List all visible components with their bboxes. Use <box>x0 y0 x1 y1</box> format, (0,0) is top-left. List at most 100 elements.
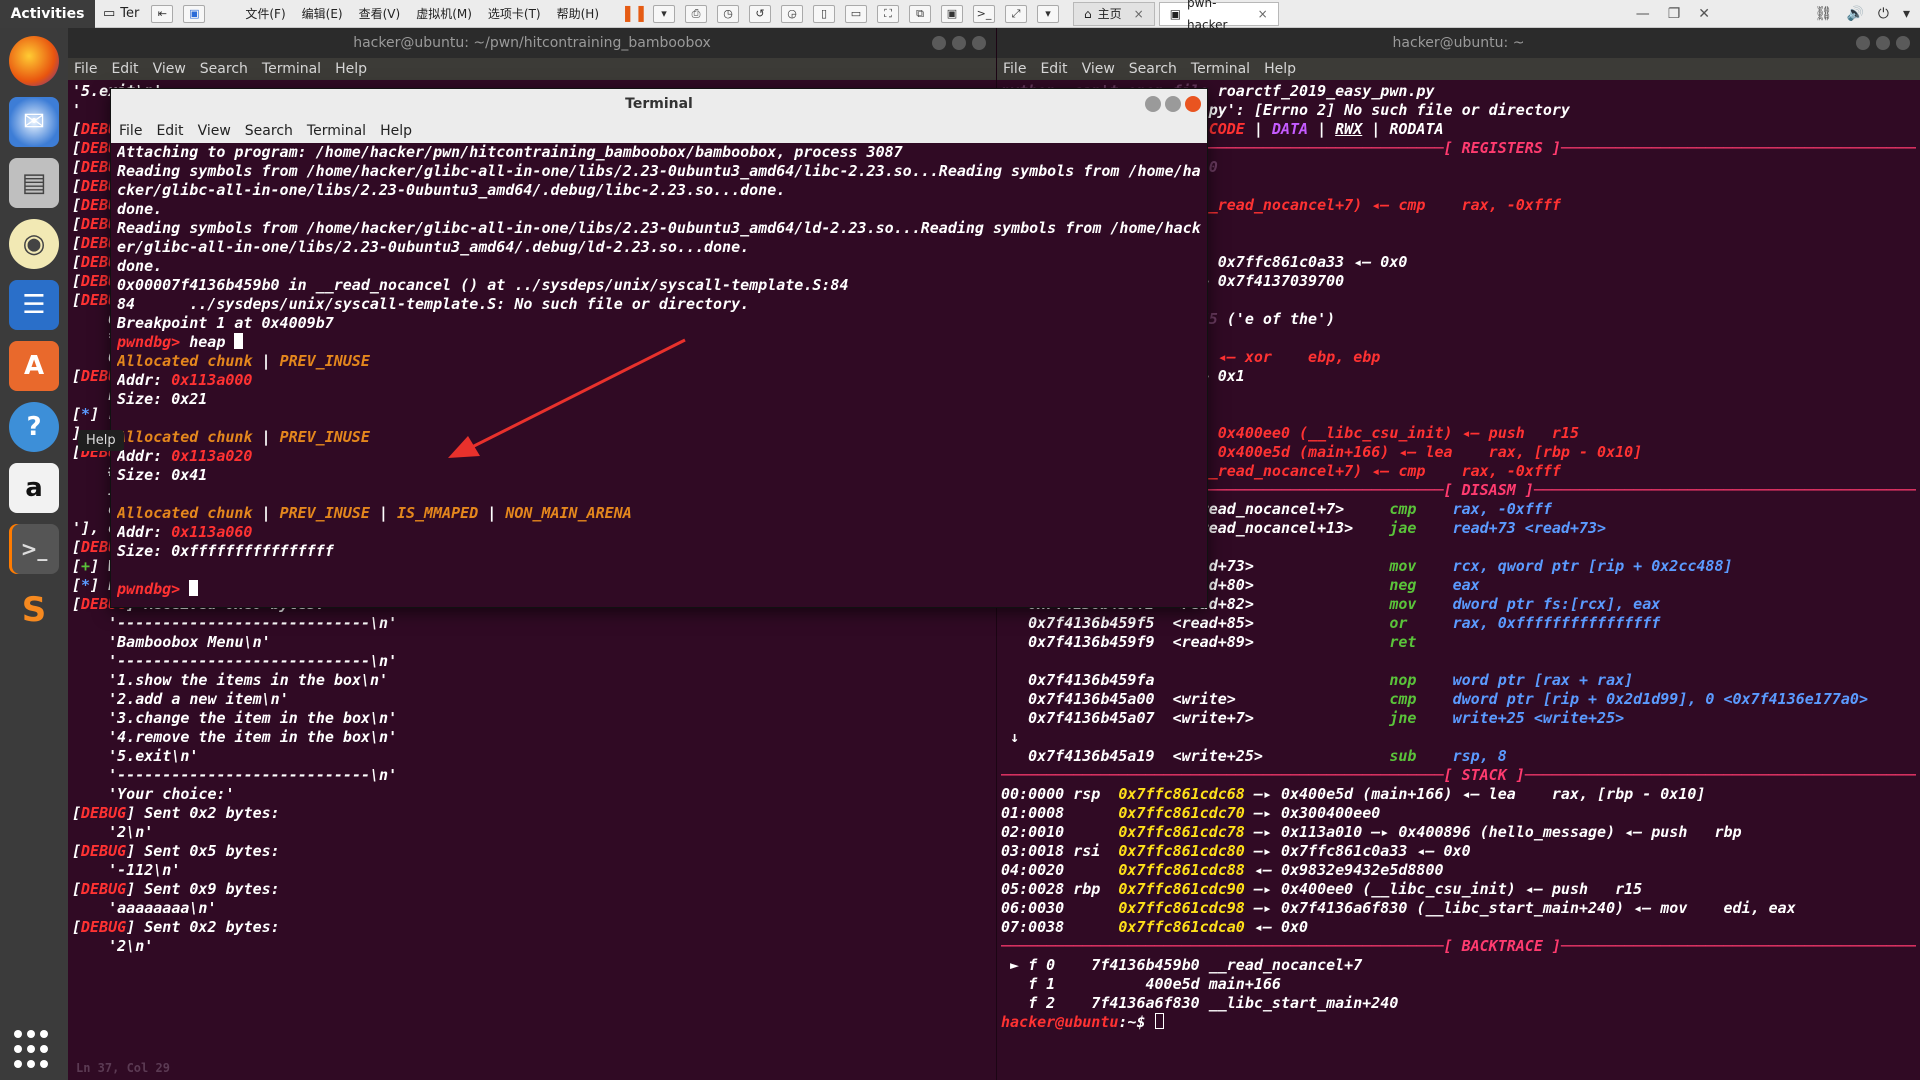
menu-view[interactable]: View <box>153 58 186 80</box>
amazon-icon[interactable]: a <box>9 463 59 513</box>
menu-search[interactable]: Search <box>200 58 248 80</box>
menu-terminal[interactable]: Terminal <box>307 119 366 143</box>
snapshot-icon[interactable]: ◷ <box>717 4 739 23</box>
maximize-icon[interactable] <box>1876 36 1890 50</box>
close-icon[interactable]: ✕ <box>1698 6 1710 22</box>
chunk-size-value: 0xffffffffffffffff <box>171 542 334 560</box>
menu-edit[interactable]: Edit <box>111 58 138 80</box>
terminal-icon[interactable]: >_ <box>9 524 59 574</box>
menu-search[interactable]: Search <box>1129 58 1177 80</box>
bt-marker <box>1001 975 1028 993</box>
vm-menu-tabs[interactable]: 选项卡(T) <box>488 5 541 22</box>
sidebar-icon[interactable]: ▯ <box>813 4 835 23</box>
stack-row: 03:0018 rsi 0x7ffc861cdc80 —▸ 0x7ffc861c… <box>1001 842 1916 861</box>
stretch-icon[interactable]: ⤢ <box>1005 4 1027 23</box>
left-terminal-title: hacker@ubuntu: ~/pwn/hitcontraining_bamb… <box>353 35 711 51</box>
disasm-marker <box>1001 671 1028 689</box>
terminal-line: cker/glibc-all-in-one/libs/2.23-0ubuntu3… <box>117 181 1201 200</box>
close-icon[interactable] <box>1185 96 1201 112</box>
maximize-icon[interactable]: ❐ <box>1668 6 1681 22</box>
firefox-icon[interactable] <box>9 36 59 86</box>
stack-deref: —▸ 0x7ffc861c0a33 ◂— 0x0 <box>1253 842 1471 860</box>
tab-pwn-hacker[interactable]: ▣ pwn-hacker × <box>1158 0 1279 32</box>
activities-button[interactable]: Activities <box>0 0 95 28</box>
chevron-down-icon[interactable]: ▾ <box>1903 6 1910 22</box>
bracket: [ <box>72 804 82 822</box>
close-icon[interactable]: × <box>1258 3 1268 25</box>
vm-menu-file[interactable]: 文件(F) <box>245 5 285 22</box>
snapshot-manager-icon[interactable]: ◶ <box>781 4 803 23</box>
menu-help[interactable]: Help <box>380 119 412 143</box>
gdb-terminal-window[interactable]: Terminal File Edit View Search Terminal … <box>110 88 1208 608</box>
volume-icon[interactable]: 🔊 <box>1846 6 1863 22</box>
prompt-path: :~$ <box>1118 1013 1155 1031</box>
close-icon[interactable]: × <box>1134 3 1144 25</box>
vm-menu-vm[interactable]: 虚拟机(M) <box>416 5 472 22</box>
fullscreen-icon[interactable]: ⛶ <box>877 4 899 23</box>
software-icon[interactable]: A <box>9 341 59 391</box>
network-icon[interactable]: ⛓ <box>1815 6 1833 22</box>
maximize-icon[interactable] <box>952 36 966 50</box>
menu-file[interactable]: File <box>1003 58 1026 80</box>
vm-menu-view[interactable]: 查看(V) <box>359 5 401 22</box>
menu-help[interactable]: Help <box>1264 58 1296 80</box>
rhythmbox-icon[interactable]: ◉ <box>9 219 59 269</box>
minimize-icon[interactable]: — <box>1636 6 1650 22</box>
dropdown2-icon[interactable]: ▾ <box>1037 4 1059 23</box>
menu-file[interactable]: File <box>74 58 97 80</box>
thumbnail-icon[interactable]: ▭ <box>845 4 867 23</box>
log-level: DEBUG <box>81 842 127 860</box>
log-level: DEBUG <box>81 918 127 936</box>
bracket: [ <box>72 120 82 138</box>
vm-window-icon[interactable]: ▣ <box>183 4 206 23</box>
writer-icon[interactable]: ☰ <box>9 280 59 330</box>
menu-help[interactable]: Help <box>335 58 367 80</box>
close-icon[interactable] <box>1896 36 1910 50</box>
close-icon[interactable] <box>972 36 986 50</box>
menu-terminal[interactable]: Terminal <box>1191 58 1250 80</box>
right-terminal-titlebar[interactable]: hacker@ubuntu: ~ <box>997 28 1920 58</box>
stack-deref: ◂— 0x0 <box>1253 918 1309 936</box>
dropdown-icon[interactable]: ▾ <box>653 4 675 23</box>
menu-edit[interactable]: Edit <box>156 119 183 143</box>
app-menu-label: Ter <box>120 6 140 21</box>
gdb-terminal-output[interactable]: Attaching to program: /home/hacker/pwn/h… <box>111 143 1207 599</box>
left-terminal-titlebar[interactable]: hacker@ubuntu: ~/pwn/hitcontraining_bamb… <box>68 28 996 58</box>
pause-icon[interactable]: ❚❚ <box>621 4 648 23</box>
rule: ────────────────────────────────────────… <box>1001 937 1444 955</box>
chunk-size: Size: 0x21 <box>117 390 1201 409</box>
vm-back-icon[interactable]: ⇤ <box>151 4 174 23</box>
maximize-icon[interactable] <box>1165 96 1181 112</box>
vm-menu-help[interactable]: 帮助(H) <box>557 5 599 22</box>
menu-search[interactable]: Search <box>245 119 293 143</box>
console-icon[interactable]: >_ <box>973 4 995 23</box>
show-apps-icon[interactable] <box>14 1030 54 1070</box>
minimize-icon[interactable] <box>932 36 946 50</box>
send-keys-icon[interactable]: ⎙ <box>685 4 707 23</box>
menu-edit[interactable]: Edit <box>1040 58 1067 80</box>
terminal-line: '----------------------------\n' <box>72 766 992 785</box>
log-text: '4.remove the item in the box\n' <box>72 728 398 746</box>
gdb-terminal-titlebar[interactable]: Terminal <box>111 89 1207 119</box>
disasm-op <box>1389 652 1452 670</box>
menu-view[interactable]: View <box>1082 58 1115 80</box>
thunderbird-icon[interactable]: ✉ <box>9 97 59 147</box>
menu-file[interactable]: File <box>119 119 142 143</box>
vm-menu-edit[interactable]: 编辑(E) <box>302 5 343 22</box>
app-menu[interactable]: ▭ Ter <box>95 6 147 21</box>
minimize-icon[interactable] <box>1856 36 1870 50</box>
revert-snapshot-icon[interactable]: ↺ <box>749 4 771 23</box>
power-icon[interactable]: ⏻ <box>1878 6 1889 22</box>
help-icon[interactable]: ? <box>9 402 59 452</box>
menu-terminal[interactable]: Terminal <box>262 58 321 80</box>
sublime-icon[interactable]: S <box>9 585 59 635</box>
minimize-icon[interactable] <box>1145 96 1161 112</box>
unity-icon[interactable]: ⧉ <box>909 4 931 23</box>
multi-monitor-icon[interactable]: ▣ <box>941 4 963 23</box>
chunk-size-value: 0x21 <box>171 390 208 408</box>
menu-view[interactable]: View <box>198 119 231 143</box>
tab-home[interactable]: ⌂ 主页 × <box>1073 1 1155 26</box>
files-icon[interactable]: ▤ <box>9 158 59 208</box>
